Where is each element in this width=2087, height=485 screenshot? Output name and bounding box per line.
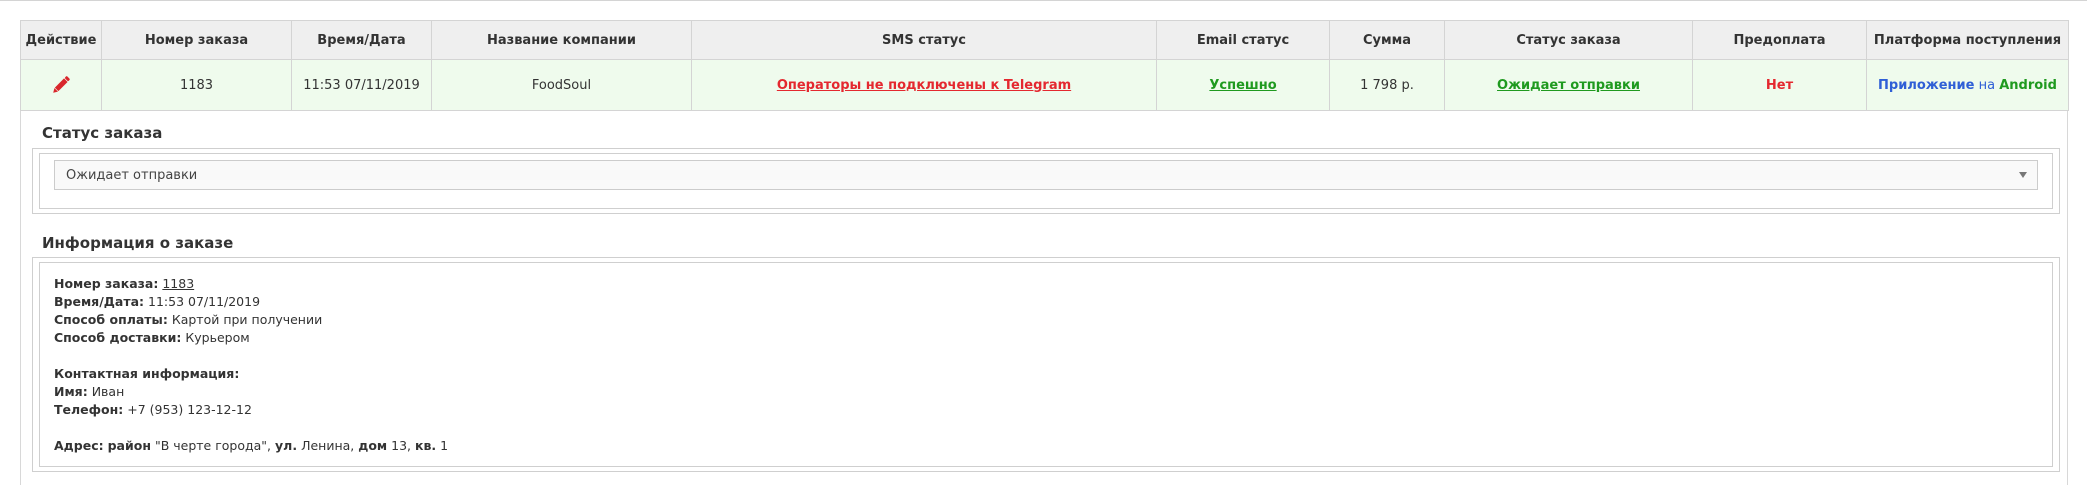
cell-email-status: Успешно	[1156, 59, 1330, 111]
email-status-link[interactable]: Успешно	[1209, 78, 1276, 93]
pencil-icon[interactable]	[49, 73, 73, 97]
table-row: 1183 11:53 07/11/2019 FoodSoul Операторы…	[20, 59, 2069, 111]
info-contact-heading: Контактная информация:	[54, 366, 240, 381]
platform-on: на	[1978, 77, 1996, 93]
cell-sms-status: Операторы не подключены к Telegram	[691, 59, 1157, 111]
column-header-sum: Сумма	[1329, 20, 1445, 60]
prepayment-value: Нет	[1765, 77, 1794, 93]
order-status-selected: Ожидает отправки	[66, 167, 198, 183]
column-header-email-status: Email статус	[1156, 20, 1330, 60]
info-order-number: Номер заказа: 1183	[54, 276, 195, 291]
cell-action	[20, 59, 102, 111]
sms-status-link[interactable]: Операторы не подключены к Telegram	[777, 78, 1071, 93]
info-delivery: Способ доставки: Курьером	[54, 330, 250, 345]
cell-company: FoodSoul	[431, 59, 692, 111]
column-header-action: Действие	[20, 20, 102, 60]
orders-table: Действие Номер заказа Время/Дата Названи…	[20, 20, 2069, 111]
cell-sum: 1 798 р.	[1329, 59, 1445, 111]
order-number-link[interactable]: 1183	[162, 276, 194, 291]
info-phone: Телефон: +7 (953) 123-12-12	[54, 402, 252, 417]
order-info-title: Информация о заказе	[42, 234, 234, 252]
column-header-datetime: Время/Дата	[291, 20, 432, 60]
cell-platform: Приложение на Android	[1866, 59, 2069, 111]
order-status-select[interactable]: Ожидает отправки	[54, 160, 2038, 190]
info-payment: Способ оплаты: Картой при получении	[54, 312, 323, 327]
order-status-panel: Ожидает отправки	[32, 148, 2060, 214]
info-datetime: Время/Дата: 11:53 07/11/2019	[54, 294, 261, 309]
column-header-prepayment: Предоплата	[1692, 20, 1867, 60]
column-header-company: Название компании	[431, 20, 692, 60]
order-info-text: Номер заказа: 1183 Время/Дата: 11:53 07/…	[54, 275, 448, 455]
order-status-inner: Ожидает отправки	[39, 153, 2053, 209]
order-info-inner: Номер заказа: 1183 Время/Дата: 11:53 07/…	[39, 262, 2053, 467]
top-divider	[0, 0, 2087, 1]
column-header-order-status: Статус заказа	[1444, 20, 1693, 60]
platform-app: Приложение	[1878, 77, 1975, 93]
cell-order-status: Ожидает отправки	[1444, 59, 1693, 111]
cell-prepayment: Нет	[1692, 59, 1867, 111]
column-header-platform: Платформа поступления	[1866, 20, 2069, 60]
column-header-order-number: Номер заказа	[101, 20, 292, 60]
info-address: Адрес: район "В черте города", ул. Ленин…	[54, 438, 449, 453]
info-name: Имя: Иван	[54, 384, 125, 399]
column-header-sms-status: SMS статус	[691, 20, 1157, 60]
cell-order-number: 1183	[101, 59, 292, 111]
order-info-panel: Номер заказа: 1183 Время/Дата: 11:53 07/…	[32, 257, 2060, 472]
order-status-link[interactable]: Ожидает отправки	[1497, 78, 1640, 93]
platform-os: Android	[1999, 77, 2057, 93]
table-header-row: Действие Номер заказа Время/Дата Названи…	[20, 20, 2069, 60]
order-status-title: Статус заказа	[42, 124, 163, 142]
chevron-down-icon	[2019, 172, 2027, 178]
cell-datetime: 11:53 07/11/2019	[291, 59, 432, 111]
